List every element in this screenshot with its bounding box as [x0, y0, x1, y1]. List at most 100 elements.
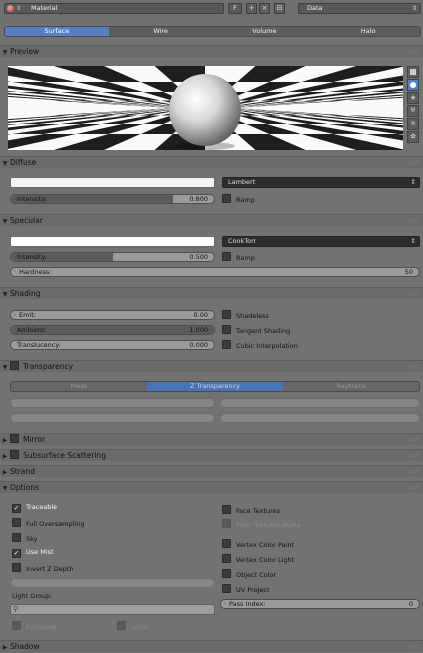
- exclusive-checkbox[interactable]: Exclusive: [12, 621, 56, 631]
- drag-grip-icon[interactable]: [409, 437, 419, 442]
- uv-project-checkbox[interactable]: UV Project: [222, 584, 270, 594]
- tab-mask[interactable]: Mask: [11, 382, 147, 391]
- pass-index-field[interactable]: ‹ Pass Index: 0: [220, 599, 420, 609]
- ambient-label: Ambient:: [17, 326, 47, 334]
- mirror-panel-header[interactable]: ▶ Mirror: [0, 433, 423, 445]
- checkbox-box: [12, 518, 21, 527]
- invert-z-depth-checkbox[interactable]: Invert Z Depth: [12, 563, 74, 573]
- transparency-enable-checkbox[interactable]: [10, 361, 19, 370]
- shading-panel-header[interactable]: ▼ Shading: [0, 287, 423, 299]
- vertex-color-paint-label: Vertex Color Paint: [236, 541, 295, 549]
- mirror-enable-checkbox[interactable]: [10, 434, 19, 443]
- face-textures-checkbox[interactable]: Face Textures: [222, 505, 280, 515]
- tab-surface[interactable]: Surface: [5, 27, 109, 36]
- tangent-shading-checkbox[interactable]: Tangent Shading: [222, 325, 290, 335]
- tab-wire[interactable]: Wire: [108, 27, 213, 36]
- drag-grip-icon[interactable]: [409, 160, 419, 165]
- diffuse-ramp-checkbox[interactable]: Ramp: [222, 194, 255, 204]
- sss-enable-checkbox[interactable]: [10, 450, 19, 459]
- object-color-checkbox[interactable]: Object Color: [222, 569, 276, 579]
- sss-panel-header[interactable]: ▶ Subsurface Scattering: [0, 449, 423, 461]
- add-datablock-icon[interactable]: +: [246, 3, 257, 14]
- shadow-panel-header[interactable]: ▶ Shadow: [0, 640, 423, 652]
- z-offset-field[interactable]: ‹ Z Offset: 0.000: [10, 578, 215, 588]
- vertex-color-paint-checkbox[interactable]: Vertex Color Paint: [222, 539, 295, 549]
- flat-icon[interactable]: [407, 66, 419, 78]
- options-panel-header[interactable]: ▼ Options: [0, 481, 423, 493]
- checkbox-box: [222, 505, 231, 514]
- specular-color-swatch[interactable]: [10, 236, 215, 247]
- drag-grip-icon[interactable]: [409, 49, 419, 54]
- world-icon[interactable]: ✿: [407, 131, 419, 143]
- full-oversampling-checkbox[interactable]: Full Oversampling: [12, 518, 85, 528]
- context-selector[interactable]: ⇕ Material: [4, 3, 224, 14]
- blend-field[interactable]: Blend: 1.250: [220, 413, 420, 423]
- fresnel-value: 0.000: [394, 399, 413, 407]
- drag-grip-icon[interactable]: [409, 453, 419, 458]
- translucency-slider[interactable]: Translucency: 0.000: [10, 340, 215, 350]
- drag-grip-icon[interactable]: [409, 644, 419, 649]
- expand-arrow-icon: ▼: [2, 291, 8, 298]
- strand-panel-header[interactable]: ▶ Strand: [0, 465, 423, 477]
- fake-user-toggle[interactable]: F: [228, 3, 242, 14]
- decrement-arrow-icon[interactable]: ‹: [14, 311, 16, 319]
- diffuse-shader-label: Lambert: [228, 178, 256, 186]
- fresnel-field[interactable]: ‹ Fresnel: 0.000: [220, 398, 420, 408]
- drag-grip-icon[interactable]: [409, 469, 419, 474]
- check-icon: ✓: [12, 549, 21, 558]
- tab-halo[interactable]: Halo: [316, 27, 420, 36]
- transparency-specular-label: Specular:: [17, 414, 48, 422]
- transparency-specular-field[interactable]: Specular: 1.000: [10, 413, 215, 423]
- sphere-icon[interactable]: [407, 79, 419, 91]
- ambient-slider[interactable]: Ambient: 1.000: [10, 325, 215, 335]
- alpha-label: Alpha:: [17, 399, 38, 407]
- drag-grip-icon[interactable]: [409, 485, 419, 490]
- use-mist-checkbox[interactable]: ✓ Use Mist: [12, 548, 54, 558]
- tab-volume[interactable]: Volume: [212, 27, 317, 36]
- local-checkbox[interactable]: Local: [117, 621, 148, 631]
- preview-sphere: [169, 74, 241, 146]
- alpha-field[interactable]: Alpha: 1.000: [10, 398, 215, 408]
- checkbox-box: [12, 563, 21, 572]
- diffuse-panel-header[interactable]: ▼ Diffuse: [0, 156, 423, 168]
- sky-checkbox[interactable]: Sky: [12, 533, 38, 543]
- traceable-checkbox[interactable]: ✓ Traceable: [12, 503, 57, 513]
- drag-grip-icon[interactable]: [409, 291, 419, 296]
- collapsed-arrow-icon: ▶: [2, 453, 8, 460]
- specular-intensity-slider[interactable]: Intensity: 0.500: [10, 252, 215, 262]
- tab-raytrace[interactable]: Raytrace: [283, 382, 419, 391]
- cubic-interpolation-checkbox[interactable]: Cubic Interpolation: [222, 340, 298, 350]
- transparency-panel-header[interactable]: ▼ Transparency: [0, 360, 423, 372]
- drag-grip-icon[interactable]: [409, 218, 419, 223]
- context-arrows-icon: ⇕: [16, 5, 22, 12]
- emit-field[interactable]: ‹ Emit: 0.00: [10, 310, 215, 320]
- preview-panel-header[interactable]: ▼ Preview: [0, 45, 423, 57]
- tab-z-transparency[interactable]: Z Transparency: [147, 382, 283, 391]
- specular-panel-header[interactable]: ▼ Specular: [0, 214, 423, 226]
- diffuse-color-swatch[interactable]: [10, 177, 215, 188]
- face-textures-alpha-checkbox[interactable]: Face Textures Alpha: [222, 519, 301, 529]
- decrement-arrow-icon[interactable]: ‹: [14, 579, 16, 587]
- decrement-arrow-icon[interactable]: ‹: [224, 399, 226, 407]
- datablock-selector[interactable]: Data ⇕: [298, 3, 421, 14]
- hair-icon[interactable]: ≋: [407, 118, 419, 130]
- browse-data-icon[interactable]: ⊟: [274, 3, 285, 14]
- decrement-arrow-icon[interactable]: ‹: [224, 600, 226, 608]
- hardness-field[interactable]: ‹ Hardness: 50: [10, 267, 420, 277]
- drag-grip-icon[interactable]: [409, 364, 419, 369]
- cube-icon[interactable]: ◈: [407, 92, 419, 104]
- diffuse-intensity-slider[interactable]: Intensity: 0.800: [10, 194, 215, 204]
- specular-shader-dropdown[interactable]: CookTorr ⇕: [222, 236, 420, 247]
- monkey-icon[interactable]: ♅: [407, 105, 419, 117]
- transparency-method-tabs: Mask Z Transparency Raytrace: [10, 381, 420, 392]
- specular-shader-label: CookTorr: [228, 237, 257, 245]
- unlink-datablock-icon[interactable]: ×: [259, 3, 270, 14]
- checkbox-box: [222, 310, 231, 319]
- pass-index-label: Pass Index:: [229, 600, 266, 608]
- decrement-arrow-icon[interactable]: ‹: [14, 268, 16, 276]
- specular-ramp-checkbox[interactable]: Ramp: [222, 252, 255, 262]
- light-group-field[interactable]: ⚲: [10, 604, 215, 615]
- diffuse-shader-dropdown[interactable]: Lambert ⇕: [222, 177, 420, 188]
- vertex-color-light-checkbox[interactable]: Vertex Color Light: [222, 554, 294, 564]
- shadeless-checkbox[interactable]: Shadeless: [222, 310, 269, 320]
